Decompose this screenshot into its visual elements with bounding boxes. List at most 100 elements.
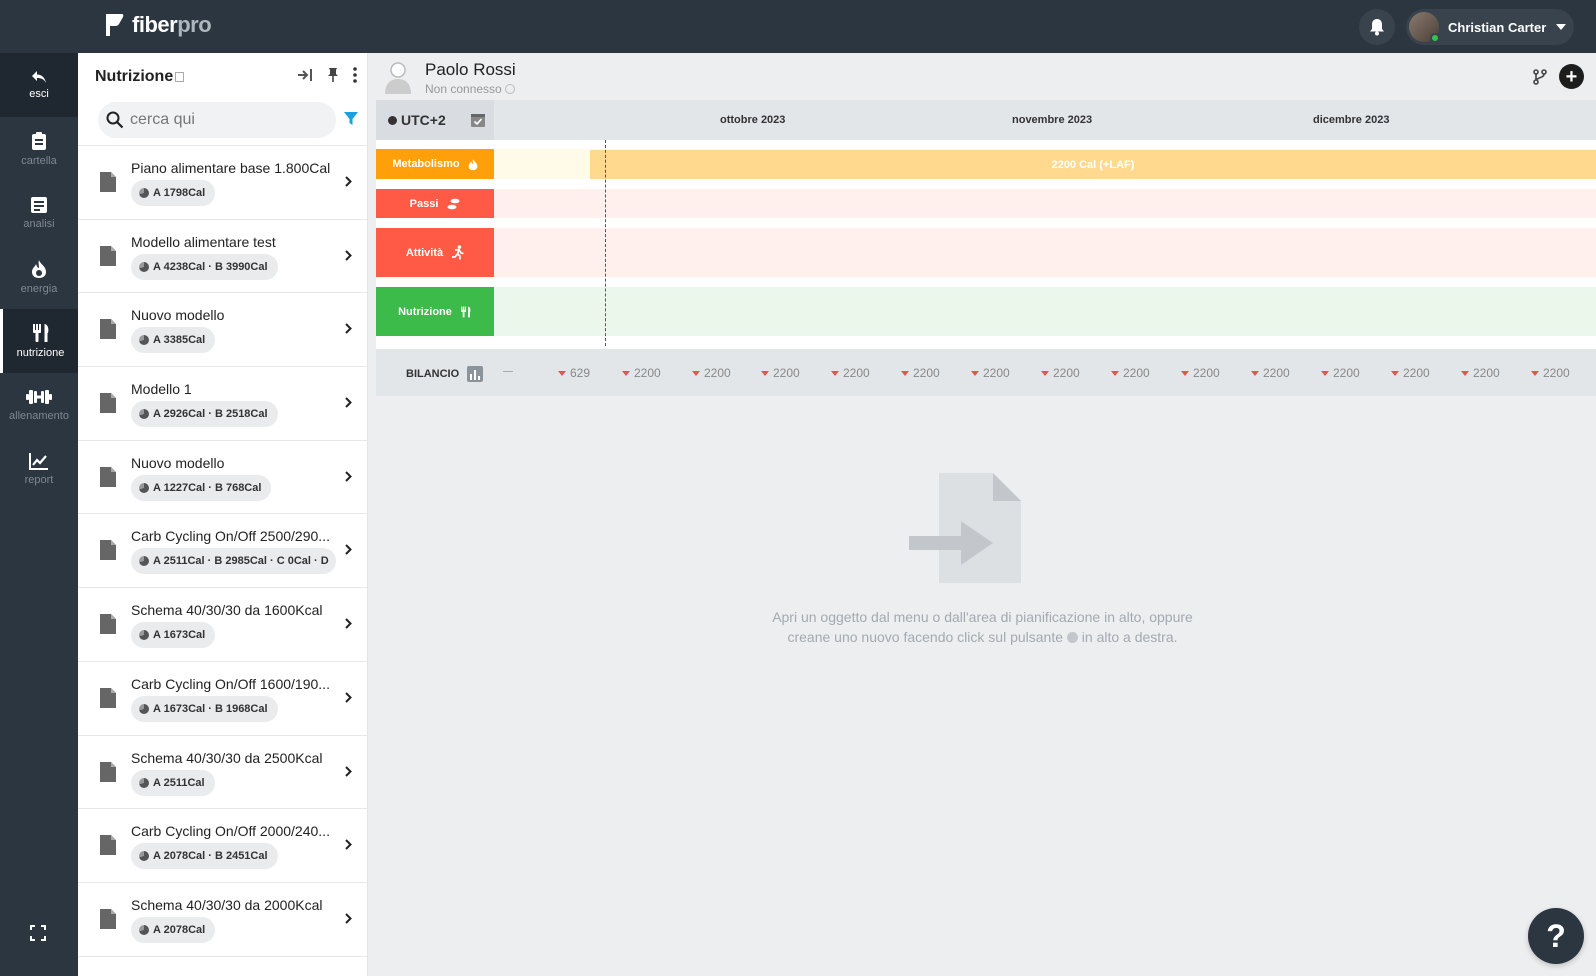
- balance-value-text: 2200: [1263, 366, 1290, 380]
- row-attivita[interactable]: Attività: [376, 228, 494, 277]
- list-item[interactable]: Piano alimentare base 1.800Cal A 1798Cal: [78, 146, 367, 220]
- fork-knife-icon: [32, 324, 48, 342]
- clock-icon: [388, 115, 397, 125]
- track-attivita[interactable]: [494, 228, 1596, 277]
- balance-label-text: BILANCIO: [406, 368, 460, 380]
- badge-text: A 2926Cal · B 2518Cal: [153, 408, 268, 421]
- calories-badge: A 1227Cal · B 768Cal: [131, 474, 272, 501]
- list-item[interactable]: Carb Cycling On/Off 2500/290... A 2511Ca…: [78, 514, 367, 589]
- balance-value-text: 2200: [1403, 366, 1430, 380]
- nav-energia[interactable]: energia: [0, 245, 78, 309]
- triangle-down-icon: [1181, 370, 1189, 376]
- list-item[interactable]: Schema 40/30/30 da 2500Kcal A 2511Cal: [78, 736, 367, 810]
- balance-value-text: 2200: [1193, 366, 1220, 380]
- list-item[interactable]: Modello alimentare test A 4238Cal · B 39…: [78, 220, 367, 294]
- badge-text: A 1673Cal · B 1968Cal: [153, 702, 268, 715]
- badge-text: A 2511Cal · B 2985Cal · C 0Cal · D: [153, 555, 329, 568]
- nav-allenamento[interactable]: allenamento: [0, 373, 78, 437]
- row-metabolismo[interactable]: Metabolismo: [376, 149, 494, 179]
- track-nutrizione[interactable]: [494, 287, 1596, 336]
- list-item[interactable]: Schema 40/30/30 da 1600Kcal A 1673Cal: [78, 588, 367, 662]
- list-item-title: Carb Cycling On/Off 1600/190...: [131, 675, 330, 692]
- balance-value: 2200: [1111, 366, 1150, 380]
- file-icon: [100, 835, 116, 856]
- nav-label: nutrizione: [16, 347, 65, 359]
- bar-chart-icon[interactable]: [467, 366, 484, 382]
- list-item[interactable]: Carb Cycling On/Off 2000/240... A 2078Ca…: [78, 809, 367, 883]
- today-marker: [605, 140, 606, 346]
- branch-icon[interactable]: [1533, 68, 1547, 85]
- list-item[interactable]: Nuovo modello A 3385Cal: [78, 293, 367, 368]
- balance-value: 2200: [971, 366, 1010, 380]
- file-icon: [100, 245, 116, 266]
- info-icon[interactable]: [505, 84, 516, 94]
- nav-cartella[interactable]: cartella: [0, 117, 78, 181]
- list-item[interactable]: Modello 1 A 2926Cal · B 2518Cal: [78, 367, 367, 441]
- balance-empty-dash: [503, 371, 513, 372]
- balance-value: 2200: [831, 366, 870, 380]
- app-logo[interactable]: fiber pro: [104, 12, 212, 38]
- balance-value: 2200: [901, 366, 940, 380]
- list-item[interactable]: Schema 40/30/30 da 2000Kcal A 2078Cal: [78, 883, 367, 957]
- badge-text: A 1798Cal: [153, 187, 206, 199]
- balance-value-text: 2200: [1473, 366, 1500, 380]
- triangle-down-icon: [971, 370, 979, 376]
- search-row: [78, 101, 367, 145]
- more-vertical-icon[interactable]: [353, 67, 357, 83]
- plus-icon: +: [1565, 65, 1578, 88]
- calories-badge: A 2511Cal · B 2985Cal · C 0Cal · D: [131, 548, 336, 575]
- nav-exit[interactable]: esci: [0, 53, 78, 117]
- calendar-check-icon[interactable]: [470, 112, 486, 128]
- nav-label: esci: [29, 88, 49, 100]
- timezone-selector[interactable]: UTC+2: [376, 100, 494, 140]
- triangle-down-icon: [1391, 370, 1399, 376]
- user-menu[interactable]: Christian Carter: [1406, 9, 1574, 45]
- calories-badge: A 1798Cal: [131, 180, 216, 206]
- running-icon: [452, 245, 464, 260]
- calories-badge: A 2078Cal: [131, 916, 216, 943]
- online-status-dot: [1430, 33, 1440, 43]
- balance-value-text: 2200: [704, 366, 731, 380]
- triangle-down-icon: [1251, 370, 1259, 376]
- balance-value-text: 2200: [634, 366, 661, 380]
- balance-value: 2200: [622, 366, 661, 380]
- plus-circle-icon: [1066, 632, 1078, 643]
- filter-icon[interactable]: [344, 112, 358, 126]
- chevron-right-icon: [345, 692, 352, 703]
- patient-avatar[interactable]: [382, 59, 414, 95]
- chevron-right-icon: [345, 913, 352, 924]
- track-passi[interactable]: [494, 189, 1596, 218]
- balance-value-text: 2200: [1053, 366, 1080, 380]
- nav-label: allenamento: [9, 410, 69, 422]
- nav-analisi[interactable]: analisi: [0, 181, 78, 245]
- metabolism-plan-bar[interactable]: 2200 Cal (+LAF): [590, 150, 1596, 179]
- notifications-button[interactable]: [1359, 9, 1395, 45]
- fullscreen-button[interactable]: [30, 925, 46, 946]
- list-item[interactable]: Carb Cycling On/Off 1600/190... A 1673Ca…: [78, 662, 367, 736]
- chevron-down-icon: [1556, 24, 1567, 30]
- calories-badge: A 2511Cal: [131, 769, 215, 796]
- search-input[interactable]: [130, 111, 320, 129]
- file-icon: [100, 614, 116, 635]
- triangle-down-icon: [622, 370, 630, 376]
- nav-label: analisi: [23, 218, 55, 230]
- file-icon: [100, 908, 116, 929]
- top-bar: fiber pro Christian Carter: [0, 0, 1596, 53]
- row-label-text: Metabolismo: [392, 158, 460, 170]
- badge-text: A 3385Cal: [153, 334, 206, 347]
- file-icon: [100, 466, 116, 487]
- nav-report[interactable]: report: [0, 437, 78, 501]
- row-passi[interactable]: Passi: [376, 189, 494, 218]
- list-item-title: Carb Cycling On/Off 2500/290...: [131, 528, 330, 545]
- patient-name[interactable]: Paolo Rossi: [425, 60, 516, 80]
- logo-sub-text: pro: [177, 12, 212, 37]
- list-item[interactable]: Nuovo modello A 1227Cal · B 768Cal: [78, 441, 367, 515]
- add-button[interactable]: +: [1559, 64, 1584, 89]
- nav-nutrizione[interactable]: nutrizione: [0, 309, 78, 373]
- pin-icon[interactable]: [327, 67, 339, 83]
- balance-value: 629: [558, 366, 590, 380]
- triangle-down-icon: [1531, 370, 1539, 376]
- row-nutrizione[interactable]: Nutrizione: [376, 287, 494, 336]
- collapse-panel-icon[interactable]: [297, 68, 313, 82]
- help-button[interactable]: ?: [1528, 908, 1584, 964]
